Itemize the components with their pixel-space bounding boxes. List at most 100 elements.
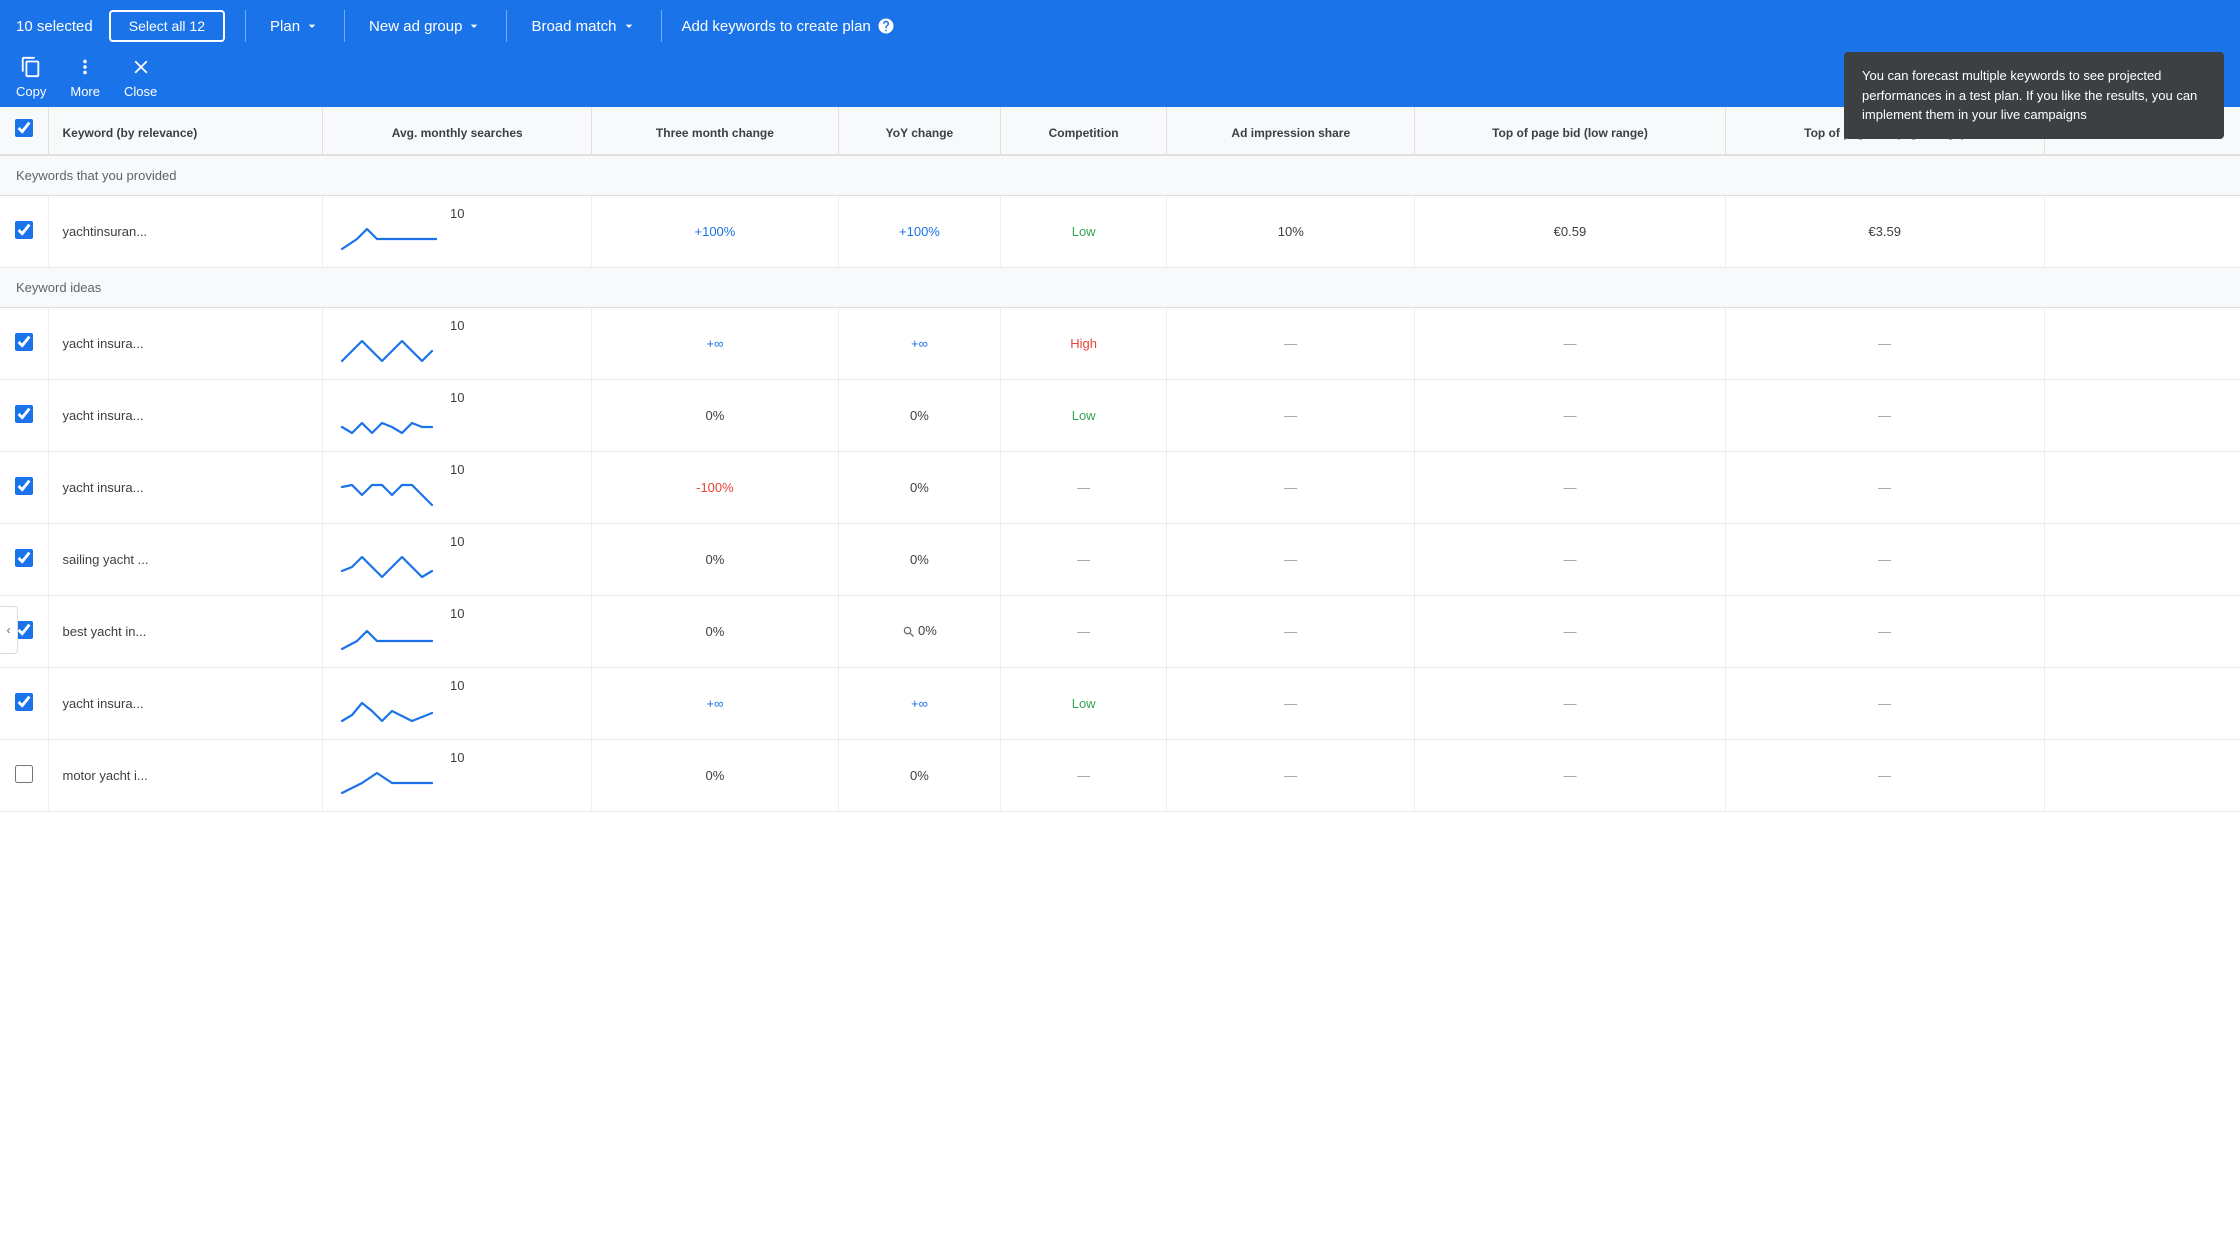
- row-checkbox-cell: [0, 451, 48, 523]
- row-checkbox[interactable]: [15, 693, 33, 711]
- three-month-cell: +∞: [591, 307, 838, 379]
- top-low-value: €0.59: [1554, 224, 1587, 239]
- add-keywords-button[interactable]: Add keywords to create plan: [682, 17, 895, 35]
- yoy-cell: 0%: [838, 595, 1000, 667]
- competition-cell: —: [1001, 523, 1167, 595]
- three-month-value: 0%: [706, 624, 725, 639]
- top-high-value: —: [1878, 552, 1891, 567]
- toolbar-divider-4: [661, 10, 662, 42]
- yoy-cell: 0%: [838, 523, 1000, 595]
- top-low-value: —: [1563, 696, 1576, 711]
- avg-monthly-cell: 10: [323, 307, 592, 379]
- toolbar-divider-2: [344, 10, 345, 42]
- keyword-text: sailing yacht ...: [63, 552, 149, 567]
- select-all-checkbox[interactable]: [15, 119, 33, 137]
- top-low-cell: —: [1415, 595, 1725, 667]
- yoy-cell: 0%: [838, 379, 1000, 451]
- keyword-text: yachtinsuran...: [63, 224, 148, 239]
- copy-label: Copy: [16, 84, 46, 99]
- top-low-cell: €0.59: [1415, 195, 1725, 267]
- yoy-cell: 0%: [838, 451, 1000, 523]
- three-month-value: 0%: [706, 408, 725, 423]
- header-top-page-low: Top of page bid (low range): [1415, 107, 1725, 155]
- section-header-row: Keywords that you provided: [0, 155, 2240, 196]
- keyword-text: yacht insura...: [63, 336, 144, 351]
- row-checkbox[interactable]: [15, 405, 33, 423]
- new-ad-group-dropdown[interactable]: New ad group: [357, 12, 494, 41]
- plan-dropdown[interactable]: Plan: [258, 12, 332, 41]
- help-icon: [877, 17, 895, 35]
- row-checkbox[interactable]: [15, 477, 33, 495]
- top-low-cell: —: [1415, 307, 1725, 379]
- competition-cell: Low: [1001, 379, 1167, 451]
- table-row: motor yacht i... 10 0% 0% — — — —: [0, 739, 2240, 811]
- table-row: yacht insura... 10 +∞ +∞ Low — — —: [0, 667, 2240, 739]
- section-label: Keyword ideas: [0, 267, 2240, 307]
- three-month-cell: 0%: [591, 595, 838, 667]
- keyword-text: motor yacht i...: [63, 768, 148, 783]
- select-all-button[interactable]: Select all 12: [109, 10, 225, 42]
- copy-icon: [20, 56, 42, 82]
- row-checkbox-cell: [0, 195, 48, 267]
- row-checkbox[interactable]: [15, 333, 33, 351]
- keyword-cell: yachtinsuran...: [48, 195, 323, 267]
- more-button[interactable]: More: [70, 56, 100, 99]
- row-checkbox-cell: [0, 379, 48, 451]
- keyword-text: best yacht in...: [63, 624, 147, 639]
- top-high-cell: —: [1725, 379, 2044, 451]
- three-month-value: +100%: [695, 224, 736, 239]
- plan-label: Plan: [270, 18, 300, 35]
- broad-match-dropdown[interactable]: Broad match: [519, 12, 648, 41]
- ad-impression-value: —: [1284, 336, 1297, 351]
- three-month-cell: +100%: [591, 195, 838, 267]
- table-row: yacht insura... 10 +∞ +∞ High — — —: [0, 307, 2240, 379]
- top-high-value: —: [1878, 624, 1891, 639]
- avg-monthly-cell: 10: [323, 667, 592, 739]
- top-low-value: —: [1563, 552, 1576, 567]
- account-status-cell: [2044, 523, 2240, 595]
- copy-button[interactable]: Copy: [16, 56, 46, 99]
- more-label: More: [70, 84, 100, 99]
- close-button[interactable]: Close: [124, 56, 157, 99]
- table-row: yacht insura... 10 -100% 0% — — — —: [0, 451, 2240, 523]
- yoy-cell: +∞: [838, 667, 1000, 739]
- top-low-value: —: [1563, 480, 1576, 495]
- top-high-value: —: [1878, 768, 1891, 783]
- row-checkbox[interactable]: [15, 765, 33, 783]
- top-high-cell: €3.59: [1725, 195, 2044, 267]
- add-keywords-label: Add keywords to create plan: [682, 18, 871, 35]
- new-ad-group-chevron-icon: [466, 18, 482, 34]
- ad-impression-value: —: [1284, 696, 1297, 711]
- top-low-value: —: [1563, 624, 1576, 639]
- competition-cell: —: [1001, 451, 1167, 523]
- avg-monthly-cell: 10: [323, 739, 592, 811]
- yoy-cell: +∞: [838, 307, 1000, 379]
- plan-chevron-icon: [304, 18, 320, 34]
- selected-count: 10 selected: [16, 18, 109, 35]
- table-body: Keywords that you provided yachtinsuran.…: [0, 155, 2240, 812]
- avg-value: 10: [450, 750, 464, 765]
- top-high-value: —: [1878, 480, 1891, 495]
- avg-monthly-cell: 10: [323, 451, 592, 523]
- broad-match-chevron-icon: [621, 18, 637, 34]
- top-high-value: —: [1878, 696, 1891, 711]
- table-row: best yacht in... 10 0% 0% — — — —: [0, 595, 2240, 667]
- three-month-cell: 0%: [591, 523, 838, 595]
- avg-monthly-cell: 10: [323, 595, 592, 667]
- avg-monthly-cell: 10: [323, 523, 592, 595]
- avg-value: 10: [450, 462, 464, 477]
- main-toolbar: 10 selected Select all 12 Plan New ad gr…: [0, 0, 2240, 52]
- row-checkbox[interactable]: [15, 549, 33, 567]
- ad-impression-cell: —: [1167, 379, 1415, 451]
- account-status-cell: [2044, 451, 2240, 523]
- top-high-cell: —: [1725, 595, 2044, 667]
- more-icon-svg: [74, 56, 96, 78]
- top-high-value: €3.59: [1868, 224, 1901, 239]
- avg-value: 10: [450, 206, 464, 221]
- left-collapse-arrow[interactable]: ‹: [0, 606, 18, 654]
- ad-impression-value: —: [1284, 624, 1297, 639]
- top-high-cell: —: [1725, 739, 2044, 811]
- row-checkbox[interactable]: [15, 221, 33, 239]
- top-low-value: —: [1563, 408, 1576, 423]
- section-label: Keywords that you provided: [0, 155, 2240, 196]
